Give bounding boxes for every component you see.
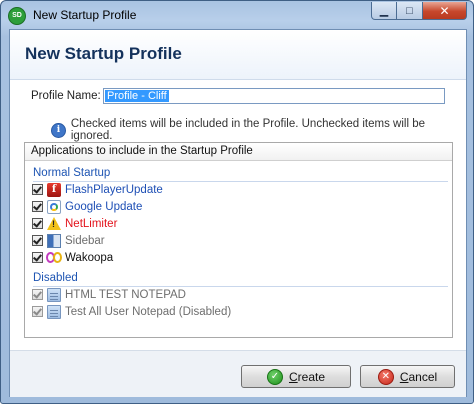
group-divider: [33, 286, 448, 287]
page-title: New Startup Profile: [25, 44, 182, 63]
item-label: Wakoopa: [65, 251, 114, 264]
close-icon: ✕: [439, 3, 450, 18]
list-item-flashplayerupdate[interactable]: f FlashPlayerUpdate: [25, 181, 452, 198]
window-controls: ▁ □ ✕: [371, 2, 467, 20]
minimize-button[interactable]: ▁: [371, 2, 397, 20]
checkbox[interactable]: [32, 218, 43, 229]
dialog-footer: ✓ Create ✕ Cancel: [10, 350, 466, 397]
sidebar-icon: [47, 233, 61, 248]
list-item-netlimiter[interactable]: ! NetLimiter: [25, 215, 452, 232]
info-message: i Checked items will be included in the …: [51, 118, 466, 142]
create-button-label: Create: [288, 369, 326, 384]
group-normal-startup: Normal Startup: [25, 165, 452, 182]
list-item-sidebar[interactable]: Sidebar: [25, 232, 452, 249]
list-item-html-test-notepad[interactable]: HTML TEST NOTEPAD: [25, 286, 452, 303]
cancel-button[interactable]: ✕ Cancel: [360, 365, 455, 388]
profile-name-input[interactable]: Profile - Cliff: [103, 88, 445, 104]
checkbox[interactable]: [32, 289, 43, 300]
item-label: Google Update: [65, 200, 143, 213]
applications-list-header: Applications to include in the Startup P…: [25, 143, 452, 161]
maximize-button[interactable]: □: [397, 2, 423, 20]
item-label: Sidebar: [65, 234, 105, 247]
title-bar[interactable]: SD New Startup Profile ▁ □ ✕: [1, 1, 473, 29]
profile-name-value: Profile - Cliff: [105, 90, 169, 102]
minimize-icon: ▁: [379, 5, 389, 17]
window-title: New Startup Profile: [33, 8, 137, 22]
cancel-icon: ✕: [377, 368, 394, 385]
checkbox[interactable]: [32, 235, 43, 246]
info-icon: i: [51, 122, 66, 138]
checkbox[interactable]: [32, 306, 43, 317]
google-update-icon: [47, 199, 61, 214]
info-text: Checked items will be included in the Pr…: [70, 118, 425, 142]
dialog-content: New Startup Profile Profile Name: Profil…: [9, 29, 467, 397]
list-item-wakoopa[interactable]: Wakoopa: [25, 249, 452, 266]
list-item-google-update[interactable]: Google Update: [25, 198, 452, 215]
dialog-window: SD New Startup Profile ▁ □ ✕ New Startup…: [0, 0, 474, 404]
group-disabled: Disabled: [25, 270, 452, 287]
flash-icon: f: [47, 182, 61, 197]
app-icon: SD: [8, 7, 26, 25]
notepad-icon: [47, 304, 61, 319]
group-label: Normal Startup: [33, 167, 111, 179]
item-label: FlashPlayerUpdate: [65, 183, 163, 196]
wakoopa-icon: [46, 251, 62, 265]
checkbox[interactable]: [32, 201, 43, 212]
close-button[interactable]: ✕: [423, 2, 467, 20]
checkbox[interactable]: [32, 184, 43, 195]
checkbox[interactable]: [32, 252, 43, 263]
applications-list[interactable]: Applications to include in the Startup P…: [24, 142, 453, 338]
checkmark-icon: ✓: [266, 368, 283, 385]
profile-name-label: Profile Name:: [31, 90, 101, 102]
item-label: HTML TEST NOTEPAD: [65, 288, 186, 301]
list-item-test-all-user-notepad[interactable]: Test All User Notepad (Disabled): [25, 303, 452, 320]
cancel-button-label: Cancel: [399, 369, 438, 384]
header-band: New Startup Profile: [10, 30, 466, 80]
group-label: Disabled: [33, 272, 78, 284]
group-divider: [33, 181, 448, 182]
create-button[interactable]: ✓ Create: [241, 365, 351, 388]
maximize-icon: □: [406, 4, 413, 17]
warning-icon: !: [47, 217, 61, 230]
item-label: NetLimiter: [65, 217, 118, 230]
item-label: Test All User Notepad (Disabled): [65, 305, 232, 318]
notepad-icon: [47, 287, 61, 302]
